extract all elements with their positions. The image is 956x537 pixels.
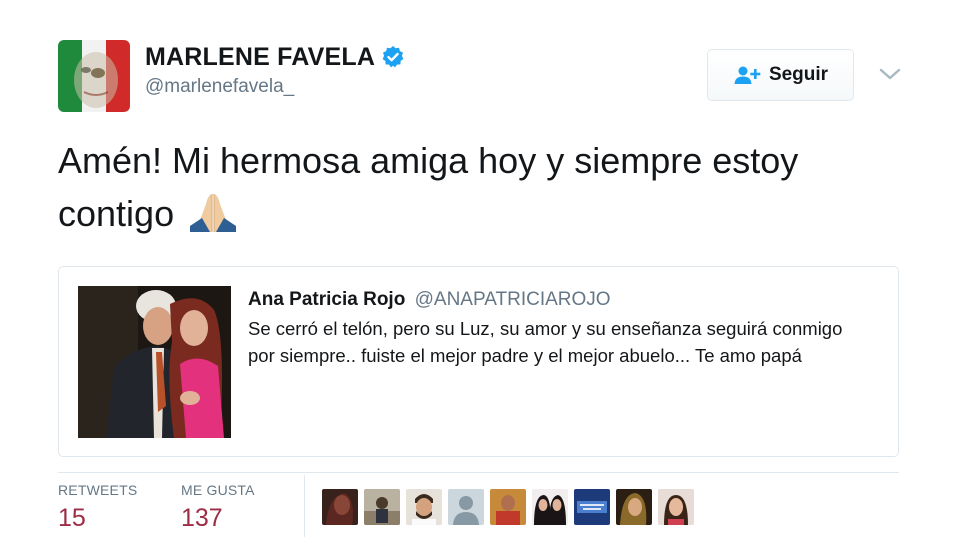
liker-avatar[interactable] — [616, 489, 652, 525]
praying-hands-icon — [190, 194, 237, 232]
chevron-down-icon[interactable] — [878, 66, 902, 82]
liker-avatar[interactable] — [574, 489, 610, 525]
retweets-count: 15 — [58, 504, 86, 532]
user-name-block: MARLENE FAVELA @marlenefavela_ — [145, 42, 405, 98]
liker-avatar[interactable] — [490, 489, 526, 525]
stats-vertical-divider — [304, 475, 305, 537]
default-avatar-icon[interactable] — [448, 489, 484, 525]
liker-avatar[interactable] — [406, 489, 442, 525]
quoted-tweet-body: Ana Patricia Rojo @ANAPATRICIAROJO Se ce… — [248, 287, 868, 369]
tweet-text: Amén! Mi hermosa amiga hoy y siempre est… — [58, 134, 878, 240]
quoted-tweet-card[interactable]: Ana Patricia Rojo @ANAPATRICIAROJO Se ce… — [58, 266, 899, 457]
avatar-image — [58, 40, 130, 112]
liker-avatar[interactable] — [364, 489, 400, 525]
quoted-author-handle: @ANAPATRICIAROJO — [414, 289, 611, 310]
tweet-text-content: Amén! Mi hermosa amiga hoy y siempre est… — [58, 140, 799, 234]
display-name-text[interactable]: MARLENE FAVELA — [145, 42, 375, 72]
quoted-tweet-header: Ana Patricia Rojo @ANAPATRICIAROJO — [248, 287, 868, 313]
add-user-icon — [734, 66, 761, 84]
likes-count: 137 — [181, 504, 223, 532]
quoted-author-name: Ana Patricia Rojo — [248, 289, 406, 310]
verified-badge-icon — [382, 46, 404, 68]
liker-avatar[interactable] — [322, 489, 358, 525]
profile-avatar[interactable] — [58, 40, 130, 112]
likes-label: ME GUSTA — [181, 482, 255, 498]
follow-button-label: Seguir — [768, 64, 829, 85]
display-name[interactable]: MARLENE FAVELA — [145, 42, 405, 72]
stats-divider — [58, 472, 899, 473]
likers-avatars — [322, 489, 700, 525]
liker-avatar[interactable] — [532, 489, 568, 525]
quoted-tweet-text: Se cerró el telón, pero su Luz, su amor … — [248, 318, 843, 366]
quoted-tweet-image — [78, 286, 231, 438]
follow-button[interactable]: Seguir — [707, 49, 854, 101]
user-handle[interactable]: @marlenefavela_ — [145, 76, 405, 98]
retweets-stat[interactable]: RETWEETS 15 — [58, 482, 137, 533]
likes-stat[interactable]: ME GUSTA 137 — [181, 482, 255, 533]
retweets-label: RETWEETS — [58, 482, 138, 498]
quoted-tweet-photo[interactable] — [78, 286, 231, 438]
liker-avatar[interactable] — [658, 489, 694, 525]
